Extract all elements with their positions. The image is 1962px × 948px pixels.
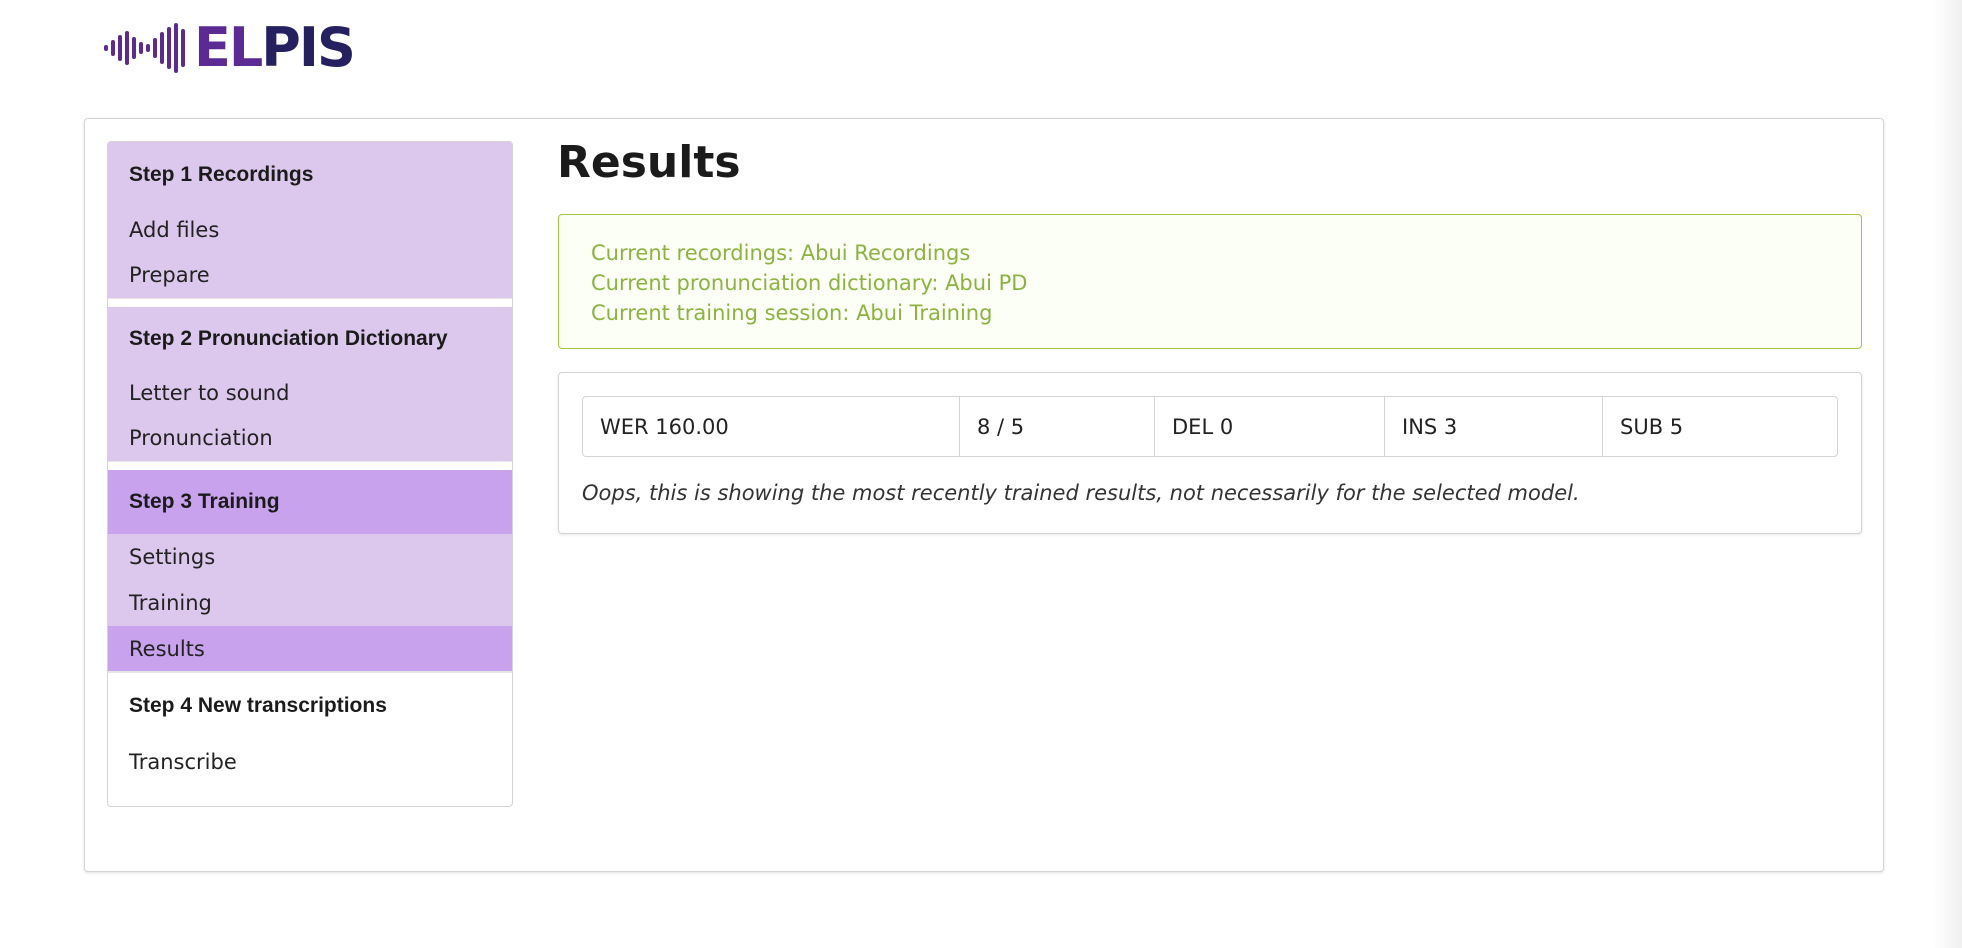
soundwave-icon: [104, 23, 185, 73]
sidebar-item-transcribe[interactable]: Transcribe: [108, 739, 512, 785]
results-card: WER 160.00 8 / 5 DEL 0 INS 3 SUB 5 Oops,…: [558, 372, 1862, 534]
current-session-info: Current recordings: Abui Recordings Curr…: [558, 214, 1862, 349]
sidebar-item-results[interactable]: Results: [108, 626, 512, 671]
page-title: Results: [557, 137, 741, 188]
step-1-section: Step 1 Recordings Add files Prepare: [108, 142, 512, 299]
wer-metric: WER 160.00: [583, 397, 960, 456]
sub-metric: SUB 5: [1620, 414, 1684, 439]
del-metric: DEL 0: [1155, 397, 1385, 456]
sidebar-item-pronunciation[interactable]: Pronunciation: [108, 415, 512, 461]
ins-metric: INS 3: [1385, 397, 1603, 456]
sidebar-item-settings[interactable]: Settings: [108, 534, 512, 580]
sidebar-item-prepare[interactable]: Prepare: [108, 252, 512, 298]
step-separator: [108, 299, 512, 307]
logo-text-el: EL: [194, 16, 263, 79]
step-3-section: Step 3 Training Settings Training Result…: [108, 470, 512, 672]
count-metric: 8 / 5: [960, 397, 1155, 456]
current-training-text: Current training session: Abui Training: [591, 301, 993, 325]
results-metrics-table: WER 160.00 8 / 5 DEL 0 INS 3 SUB 5: [582, 396, 1838, 457]
step-4-header[interactable]: Step 4 New transcriptions: [108, 673, 512, 739]
step-separator: [108, 462, 512, 470]
logo-wordmark: ELPIS: [194, 20, 356, 76]
step-2-header[interactable]: Step 2 Pronunciation Dictionary: [108, 307, 512, 371]
logo-text-pis: PIS: [261, 16, 356, 79]
sidebar-item-training[interactable]: Training: [108, 580, 512, 626]
step-4-section: Step 4 New transcriptions Transcribe: [108, 672, 512, 785]
current-recordings-text: Current recordings: Abui Recordings: [591, 241, 971, 265]
sidebar-item-letter-to-sound[interactable]: Letter to sound: [108, 371, 512, 415]
current-dictionary-text: Current pronunciation dictionary: Abui P…: [591, 271, 1028, 295]
steps-sidebar: Step 1 Recordings Add files Prepare Step…: [107, 141, 513, 807]
step-3-header[interactable]: Step 3 Training: [108, 470, 512, 534]
step-2-section: Step 2 Pronunciation Dictionary Letter t…: [108, 307, 512, 462]
results-warning-note: Oops, this is showing the most recently …: [582, 481, 1580, 505]
elpis-logo[interactable]: ELPIS: [104, 20, 356, 76]
sidebar-item-add-files[interactable]: Add files: [108, 208, 512, 252]
window-edge-shade: [1932, 0, 1962, 948]
step-1-header[interactable]: Step 1 Recordings: [108, 142, 512, 208]
